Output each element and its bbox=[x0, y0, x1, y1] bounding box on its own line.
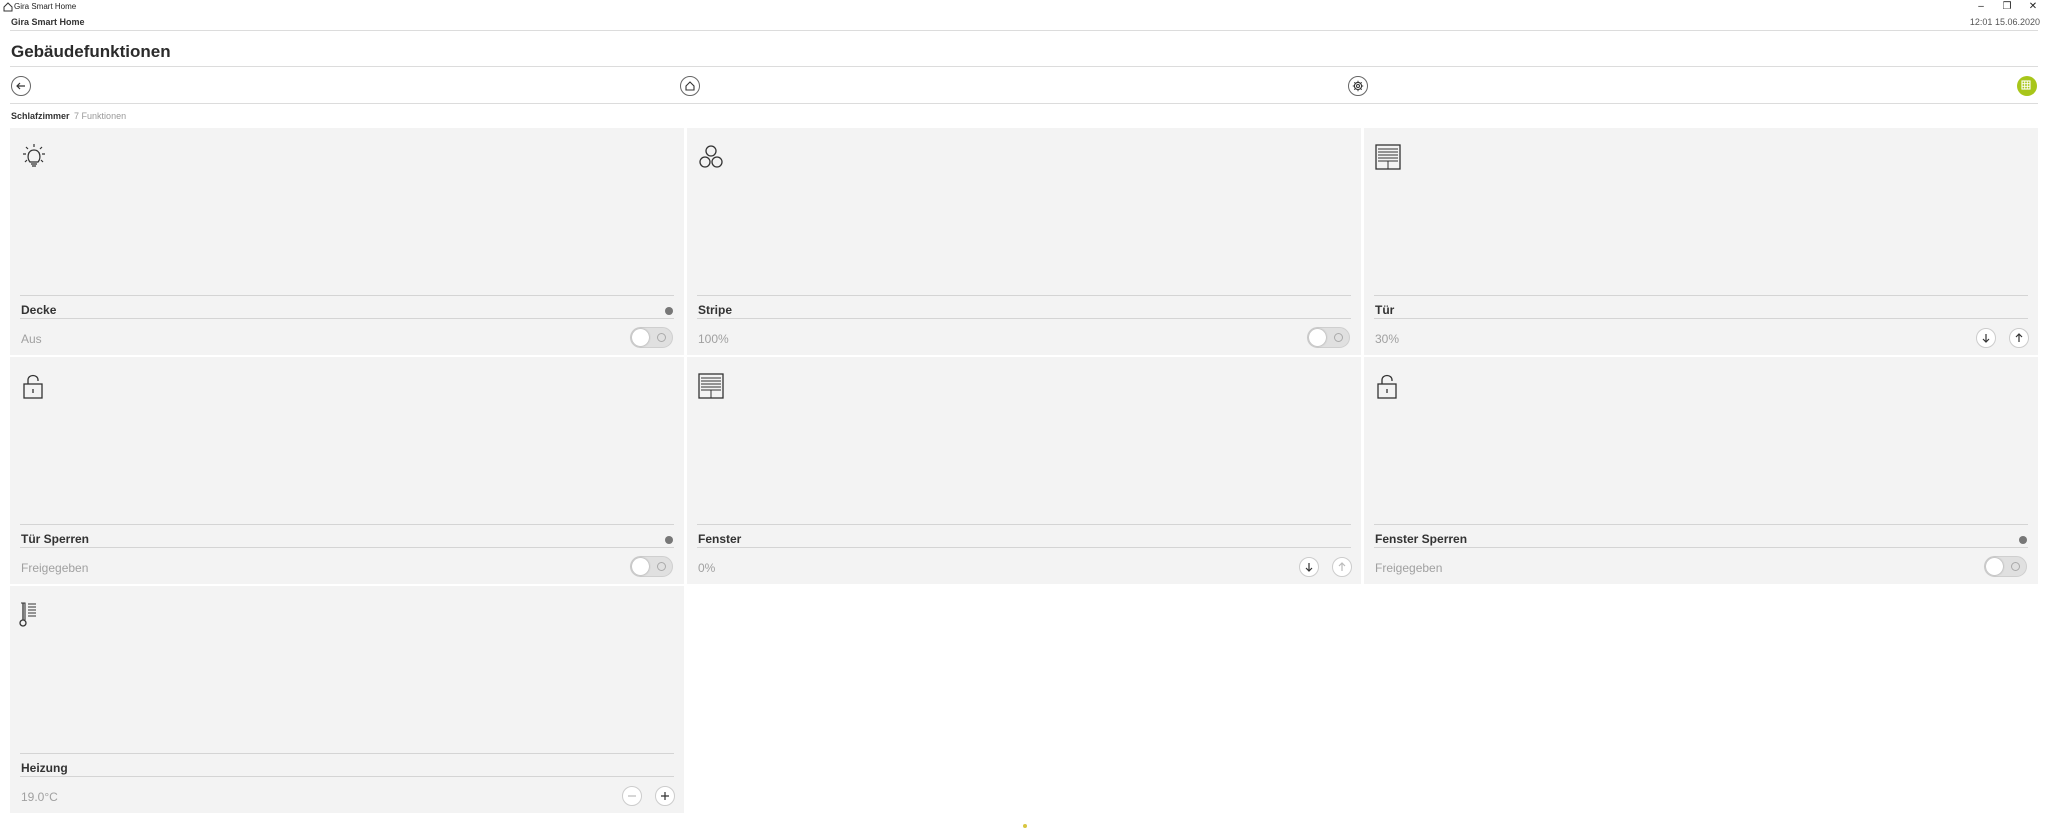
nav-divider bbox=[10, 103, 2038, 104]
tile-decke[interactable]: Decke Aus bbox=[10, 128, 684, 355]
tile-value: 100% bbox=[698, 332, 729, 346]
blind-icon bbox=[1375, 144, 1401, 170]
tile-name: Decke bbox=[21, 303, 57, 317]
tile-fenster-sperren[interactable]: Fenster Sperren Freigegeben bbox=[1364, 357, 2038, 584]
tile-divider bbox=[20, 753, 674, 754]
page-indicator bbox=[1023, 824, 1027, 828]
room-name[interactable]: Schlafzimmer bbox=[11, 111, 70, 121]
tile-value: 0% bbox=[698, 561, 716, 575]
tile-divider bbox=[1374, 295, 2028, 296]
toggle-off-icon bbox=[657, 562, 666, 571]
tile-name: Tür bbox=[1375, 303, 1395, 317]
tile-name: Tür Sperren bbox=[21, 532, 90, 546]
tile-tuer[interactable]: Tür 30% bbox=[1364, 128, 2038, 355]
toggle-off-icon bbox=[657, 333, 666, 342]
tile-value: Freigegeben bbox=[21, 561, 89, 575]
grid-view-icon bbox=[2021, 80, 2031, 90]
toggle-knob bbox=[1986, 558, 2003, 575]
status-indicator bbox=[2019, 536, 2027, 544]
tile-divider bbox=[1374, 524, 2028, 525]
page-title: Gebäudefunktionen bbox=[11, 42, 171, 61]
home-app-icon bbox=[3, 2, 13, 12]
light-bulb-icon bbox=[23, 144, 45, 167]
tile-divider bbox=[20, 547, 674, 548]
status-indicator bbox=[665, 536, 673, 544]
back-button[interactable] bbox=[11, 76, 31, 96]
color-circles-icon bbox=[699, 145, 723, 168]
thermometer-icon bbox=[19, 602, 36, 627]
toggle-switch[interactable] bbox=[630, 327, 673, 348]
tile-value: Freigegeben bbox=[1375, 561, 1443, 575]
increase-button[interactable] bbox=[655, 786, 675, 806]
arrow-down-icon bbox=[1305, 563, 1313, 572]
settings-gear-icon bbox=[1352, 80, 1364, 92]
lock-open-icon bbox=[1377, 374, 1397, 399]
settings-button[interactable] bbox=[1348, 76, 1368, 96]
window-titlebar: Gira Smart Home – ❐ ✕ bbox=[0, 0, 2048, 14]
arrow-up-icon bbox=[1338, 562, 1346, 571]
tile-name: Fenster bbox=[698, 532, 742, 546]
plus-icon bbox=[661, 792, 669, 800]
tile-divider bbox=[20, 295, 674, 296]
home-icon bbox=[685, 81, 695, 91]
arrow-up-icon bbox=[2015, 333, 2023, 342]
tile-divider bbox=[697, 547, 1351, 548]
minus-icon bbox=[628, 795, 636, 797]
move-down-button[interactable] bbox=[1299, 557, 1319, 577]
toggle-switch[interactable] bbox=[1307, 327, 1350, 348]
tile-value: 30% bbox=[1375, 332, 1400, 346]
toggle-switch[interactable] bbox=[630, 556, 673, 577]
tile-fenster[interactable]: Fenster 0% bbox=[687, 357, 1361, 584]
decrease-button[interactable] bbox=[622, 786, 642, 806]
tile-tuer-sperren[interactable]: Tür Sperren Freigegeben bbox=[10, 357, 684, 584]
app-name: Gira Smart Home bbox=[11, 17, 85, 27]
window-title: Gira Smart Home bbox=[14, 2, 77, 11]
title-divider bbox=[10, 66, 2038, 67]
arrow-down-icon bbox=[1982, 334, 1990, 343]
tile-value: 19.0°C bbox=[21, 790, 58, 804]
toggle-knob bbox=[1309, 329, 1326, 346]
header-divider bbox=[10, 30, 2038, 31]
tile-divider bbox=[20, 524, 674, 525]
home-button[interactable] bbox=[680, 76, 700, 96]
grid-view-button[interactable] bbox=[2017, 76, 2037, 96]
lock-open-icon bbox=[23, 374, 43, 399]
clock-time: 12:01 bbox=[1969, 17, 1993, 27]
toggle-knob bbox=[632, 329, 649, 346]
tile-name: Heizung bbox=[21, 761, 68, 775]
tile-heizung[interactable]: Heizung 19.0°C bbox=[10, 586, 684, 813]
status-indicator bbox=[665, 307, 673, 315]
minimize-button[interactable]: – bbox=[1970, 0, 1992, 14]
tile-divider bbox=[20, 776, 674, 777]
tile-name: Stripe bbox=[698, 303, 733, 317]
tile-divider bbox=[697, 295, 1351, 296]
tile-divider bbox=[20, 318, 674, 319]
move-down-button[interactable] bbox=[1976, 328, 1996, 348]
back-arrow-icon bbox=[16, 82, 25, 90]
maximize-button[interactable]: ❐ bbox=[1996, 0, 2018, 14]
move-up-button[interactable] bbox=[2009, 328, 2029, 348]
clock: 12:01 15.06.2020 bbox=[1970, 17, 2040, 27]
tile-name: Fenster Sperren bbox=[1375, 532, 1468, 546]
tile-divider bbox=[697, 524, 1351, 525]
toggle-knob bbox=[632, 558, 649, 575]
toggle-switch[interactable] bbox=[1984, 556, 2027, 577]
toggle-off-icon bbox=[1334, 333, 1343, 342]
function-count: 7 Funktionen bbox=[74, 111, 127, 121]
clock-date: 15.06.2020 bbox=[1994, 17, 2040, 27]
tile-stripe[interactable]: Stripe 100% bbox=[687, 128, 1361, 355]
toggle-off-icon bbox=[2011, 562, 2020, 571]
move-up-button[interactable] bbox=[1332, 557, 1352, 577]
tile-divider bbox=[697, 318, 1351, 319]
tile-divider bbox=[1374, 318, 2028, 319]
tile-divider bbox=[1374, 547, 2028, 548]
tile-value: Aus bbox=[21, 332, 42, 346]
breadcrumb: Schlafzimmer 7 Funktionen bbox=[11, 111, 126, 121]
blind-icon bbox=[698, 373, 724, 399]
close-button[interactable]: ✕ bbox=[2022, 0, 2044, 14]
